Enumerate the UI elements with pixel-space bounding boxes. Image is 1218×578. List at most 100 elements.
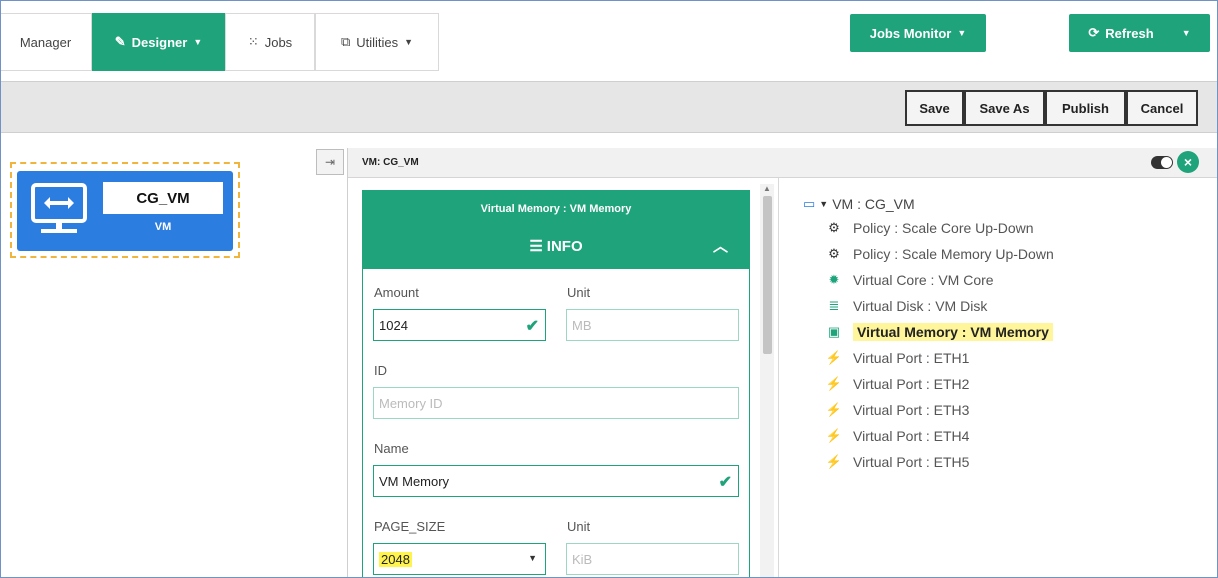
tree-item-label: Policy : Scale Memory Up-Down (853, 246, 1054, 262)
plug-icon: ⚡ (825, 428, 843, 443)
action-toolbar: Save Save As Publish Cancel (1, 81, 1217, 133)
plug-icon: ⚡ (825, 402, 843, 417)
refresh-label: Refresh (1105, 25, 1154, 41)
panel-divider (778, 178, 779, 577)
tab-utilities-label: Utilities (356, 34, 399, 50)
caret-down-icon: ▼ (819, 199, 829, 209)
unit-field[interactable]: MB (566, 309, 739, 341)
plug-icon: ⚡ (825, 454, 843, 469)
tree-item-label: Virtual Core : VM Core (853, 272, 994, 288)
tab-jobs[interactable]: ⁙ Jobs (225, 13, 315, 71)
page-size-label: PAGE_SIZE (374, 519, 446, 534)
name-value: VM Memory (379, 473, 450, 489)
cogs-icon: ⚙ (828, 220, 840, 235)
tree-item-label: Virtual Port : ETH4 (853, 428, 970, 444)
tree-item[interactable]: ⚙ Policy : Scale Core Up-Down (825, 217, 1033, 239)
tree-item-label: Virtual Port : ETH2 (853, 376, 970, 392)
tab-designer[interactable]: ✎ Designer ▼ (92, 13, 225, 71)
vm-monitor-icon (31, 183, 87, 233)
tree-item[interactable]: ⚡ Virtual Port : ETH3 (825, 399, 970, 421)
info-label: INFO (546, 237, 583, 255)
amount-value: 1024 (379, 317, 408, 333)
top-navbar: Manager ✎ Designer ▼ ⁙ Jobs ⧉ Utilities … (1, 1, 1217, 81)
laptop-icon: ▭ (803, 196, 816, 211)
vm-node[interactable]: CG_VM VM (17, 171, 233, 251)
plug-icon: ⚡ (825, 350, 843, 365)
save-as-button[interactable]: Save As (964, 90, 1045, 126)
memory-id-placeholder: Memory ID (379, 395, 443, 411)
tree-item[interactable]: ≣ Virtual Disk : VM Disk (825, 295, 988, 317)
save-button[interactable]: Save (905, 90, 964, 126)
tab-utilities[interactable]: ⧉ Utilities ▼ (315, 13, 439, 71)
page-size-value: 2048 (379, 551, 412, 567)
tree-item-label: Virtual Memory : VM Memory (853, 323, 1053, 341)
tab-designer-label: Designer (131, 34, 188, 50)
caret-down-icon[interactable]: ▼ (1182, 28, 1191, 38)
id-label: ID (374, 363, 387, 378)
info-section-header: ☰ INFO (363, 237, 749, 256)
vm-node-name: CG_VM (103, 182, 223, 214)
tab-manager-label: Manager (19, 34, 72, 50)
tab-manager[interactable]: Manager (1, 13, 92, 71)
list-icon: ☰ (529, 238, 543, 255)
page-size-select[interactable]: 2048 ▼ (373, 543, 546, 575)
cancel-button[interactable]: Cancel (1126, 90, 1198, 126)
tree-item[interactable]: ⚡ Virtual Port : ETH1 (825, 347, 970, 369)
toggle-switch[interactable] (1151, 156, 1173, 169)
collapse-panel-icon[interactable]: ⇥ (316, 149, 344, 175)
unit-label: Unit (567, 519, 591, 534)
unit-placeholder: MB (572, 317, 592, 333)
tree-item-label: Virtual Port : ETH3 (853, 402, 970, 418)
form-scrollbar[interactable]: ▲ (760, 184, 774, 577)
cogs-icon: ⚙ (828, 246, 840, 261)
close-icon[interactable]: × (1177, 151, 1199, 173)
tree-item-active[interactable]: ▣ Virtual Memory : VM Memory (825, 321, 1053, 343)
name-field[interactable]: VM Memory ✔ (373, 465, 739, 497)
tree-item[interactable]: ⚙ Policy : Scale Memory Up-Down (825, 243, 1054, 265)
tree-root[interactable]: ▭ ▼ VM : CG_VM (803, 196, 915, 212)
panel-title: VM: CG_VM (362, 157, 419, 168)
tree-item[interactable]: ✹ Virtual Core : VM Core (825, 269, 994, 291)
scroll-up-icon[interactable]: ▲ (763, 184, 771, 193)
amount-field[interactable]: 1024 ✔ (373, 309, 546, 341)
unit-label: Unit (567, 285, 591, 300)
tree-item-label: Virtual Disk : VM Disk (853, 298, 988, 314)
scrollbar-thumb[interactable] (763, 196, 772, 354)
jobs-monitor-button[interactable]: Jobs Monitor ▼ (850, 14, 986, 52)
database-icon: ≣ (828, 298, 840, 313)
plug-icon: ⚡ (825, 376, 843, 391)
app-window: Manager ✎ Designer ▼ ⁙ Jobs ⧉ Utilities … (0, 0, 1218, 578)
publish-button[interactable]: Publish (1045, 90, 1126, 126)
refresh-button[interactable]: ⟳ Refresh ▼ (1069, 14, 1210, 52)
tree-item[interactable]: ⚡ Virtual Port : ETH4 (825, 425, 970, 447)
spinner-icon: ⁙ (247, 34, 259, 49)
jobs-monitor-label: Jobs Monitor (869, 25, 952, 41)
memory-id-field[interactable]: Memory ID (373, 387, 739, 419)
properties-panel: VM: CG_VM × Virtual Memory : VM Memory ☰… (347, 148, 1217, 577)
memory-form-card: Virtual Memory : VM Memory ☰ INFO ︿ Amou… (362, 190, 750, 577)
external-link-icon: ⧉ (340, 34, 351, 49)
gear-icon: ✹ (828, 272, 840, 287)
tree-item[interactable]: ⚡ Virtual Port : ETH5 (825, 451, 970, 473)
tree-item-label: Virtual Port : ETH5 (853, 454, 970, 470)
tree-item-label: Virtual Port : ETH1 (853, 350, 970, 366)
floppy-icon: ▣ (827, 324, 841, 339)
vm-node-type: VM (154, 221, 172, 233)
check-icon: ✔ (718, 474, 732, 491)
refresh-icon: ⟳ (1088, 25, 1100, 40)
tab-jobs-label: Jobs (264, 34, 293, 50)
page-unit-field[interactable]: KiB (566, 543, 739, 575)
name-label: Name (374, 441, 409, 456)
tree-item[interactable]: ⚡ Virtual Port : ETH2 (825, 373, 970, 395)
check-icon: ✔ (525, 318, 539, 335)
caret-down-icon: ▼ (193, 37, 203, 47)
card-title: Virtual Memory : VM Memory (480, 203, 632, 215)
card-header[interactable]: Virtual Memory : VM Memory ☰ INFO ︿ (363, 191, 749, 269)
page-unit-placeholder: KiB (572, 551, 593, 567)
chevron-up-icon[interactable]: ︿ (713, 235, 728, 256)
tree-root-label: VM : CG_VM (832, 196, 915, 212)
caret-down-icon: ▼ (957, 28, 967, 38)
caret-down-icon: ▼ (404, 37, 414, 47)
panel-header: VM: CG_VM × (348, 148, 1217, 178)
caret-down-icon: ▼ (528, 553, 537, 563)
